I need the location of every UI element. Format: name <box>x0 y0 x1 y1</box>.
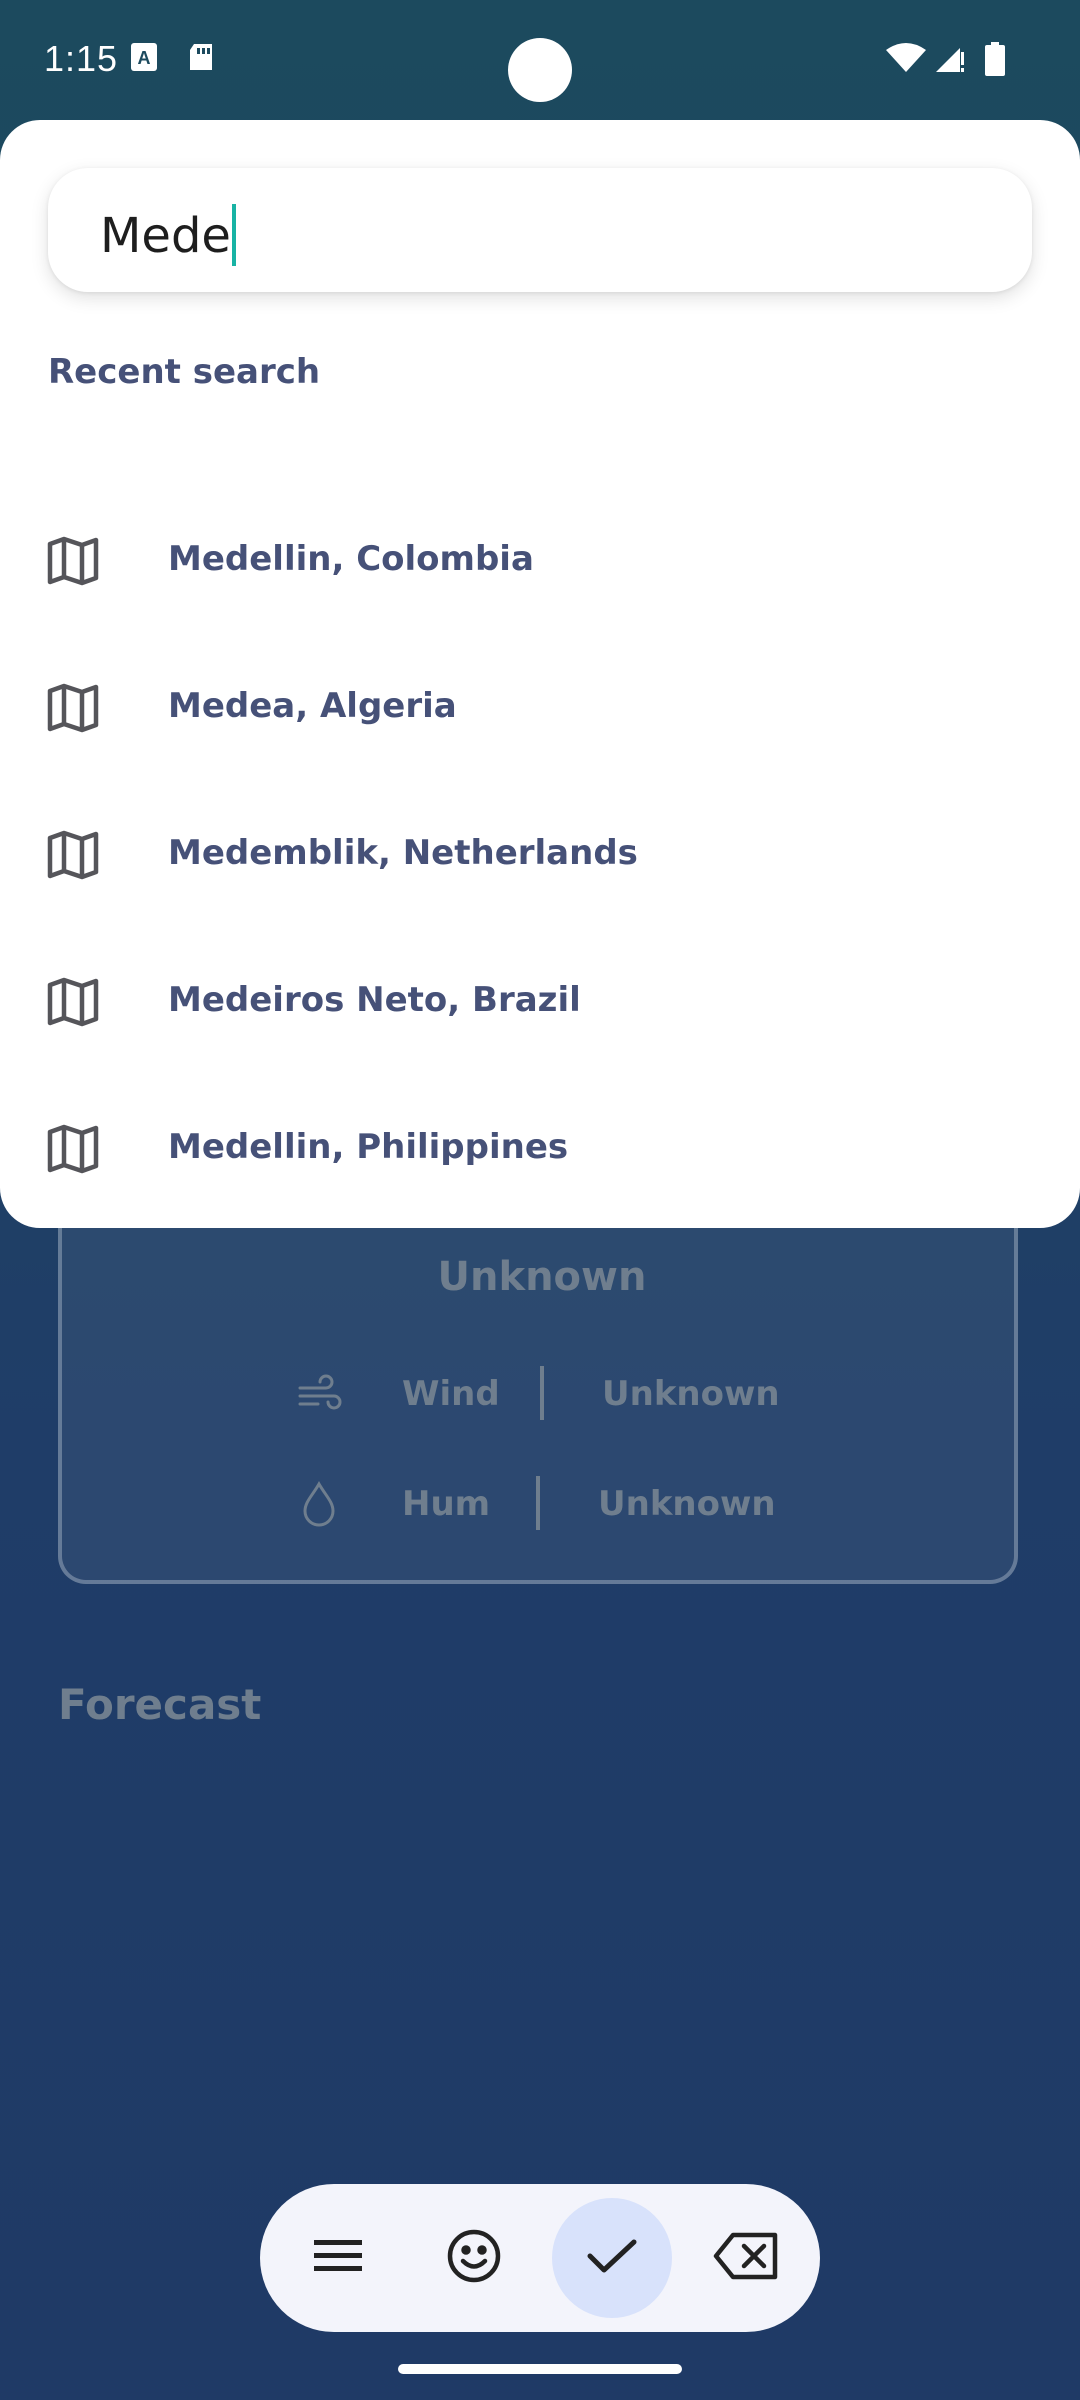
wind-icon <box>296 1374 344 1419</box>
recent-result-item[interactable]: Medeiros Neto, Brazil <box>0 947 1080 1057</box>
divider <box>540 1366 544 1420</box>
status-bar: 1:15 A <box>0 0 1080 120</box>
humidity-row: Hum Unknown <box>62 1476 1022 1536</box>
menu-icon <box>312 2236 364 2281</box>
check-icon <box>586 2236 638 2281</box>
recent-result-item[interactable]: Medemblik, Netherlands <box>0 800 1080 910</box>
recent-result-item[interactable]: Medellin, Colombia <box>0 506 1080 616</box>
map-icon <box>46 681 100 740</box>
search-sheet: Mede Recent search Medellin, Colombia Me… <box>0 120 1080 1228</box>
recent-result-item[interactable]: Medellin, Philippines <box>0 1094 1080 1204</box>
text-caret <box>231 204 236 266</box>
map-icon <box>46 828 100 887</box>
humidity-drop-icon <box>300 1480 338 1533</box>
recent-search-label: Recent search <box>48 352 321 392</box>
result-name: Medellin, Philippines <box>168 1127 569 1167</box>
enter-check-button[interactable] <box>552 2198 672 2318</box>
search-input[interactable]: Mede <box>48 168 1032 292</box>
wind-value: Unknown <box>602 1374 780 1414</box>
recent-result-item[interactable]: Medea, Algeria <box>0 653 1080 763</box>
keyboard-toolbar <box>260 2184 820 2332</box>
wifi-icon <box>886 42 926 79</box>
backspace-button[interactable] <box>686 2198 806 2318</box>
result-name: Medellin, Colombia <box>168 539 534 579</box>
result-name: Medeiros Neto, Brazil <box>168 980 581 1020</box>
weather-condition: Unknown <box>437 1254 647 1300</box>
camera-cutout <box>508 38 572 102</box>
status-time: 1:15 <box>44 38 119 79</box>
sd-card-icon <box>186 42 216 77</box>
cellular-signal-icon <box>934 42 966 79</box>
weather-details-card: Unknown Wind Unknown Hum Unknown <box>58 1180 1018 1584</box>
map-icon <box>46 1122 100 1181</box>
humidity-value: Unknown <box>598 1484 776 1524</box>
home-indicator[interactable] <box>398 2364 682 2374</box>
divider <box>536 1476 540 1530</box>
wind-label: Wind <box>402 1374 500 1414</box>
backspace-icon <box>713 2231 779 2286</box>
emoji-button[interactable] <box>414 2198 534 2318</box>
svg-text:A: A <box>138 48 151 68</box>
menu-button[interactable] <box>278 2198 398 2318</box>
result-name: Medea, Algeria <box>168 686 457 726</box>
emoji-icon <box>446 2228 502 2289</box>
search-input-text: Mede <box>100 204 236 266</box>
autofill-notification-icon: A <box>130 42 158 77</box>
forecast-title: Forecast <box>58 1680 262 1729</box>
battery-icon <box>984 42 1006 81</box>
wind-row: Wind Unknown <box>62 1366 1022 1426</box>
map-icon <box>46 534 100 593</box>
humidity-label: Hum <box>402 1484 491 1524</box>
result-name: Medemblik, Netherlands <box>168 833 638 873</box>
map-icon <box>46 975 100 1034</box>
